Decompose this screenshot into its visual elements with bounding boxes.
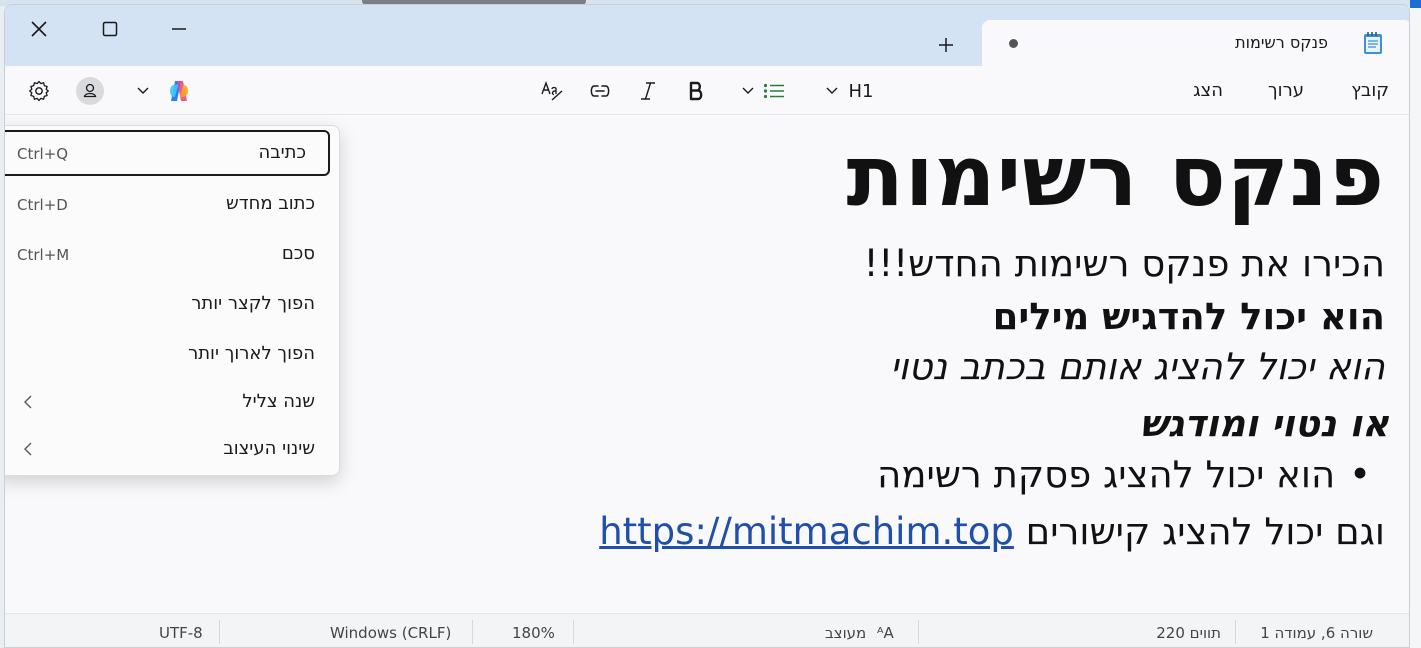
minimize-button[interactable]	[156, 13, 202, 45]
menu-item-shortcut: Ctrl+M	[17, 246, 70, 264]
settings-button[interactable]	[25, 76, 53, 106]
chevron-down-icon	[137, 87, 149, 94]
copilot-menu-item-shorter[interactable]: הפוך לקצר יותר	[5, 281, 339, 327]
document-link-line: וגם יכול להציג קישורים https://mitmachim…	[599, 510, 1385, 553]
plus-icon	[939, 38, 953, 52]
copilot-icon	[170, 81, 188, 101]
status-divider	[1235, 620, 1236, 644]
status-divider	[219, 620, 220, 644]
zoom-level[interactable]: 180%	[512, 624, 555, 642]
italic-button[interactable]	[633, 76, 663, 106]
document-bold-line: הוא יכול להדגיש מילים	[992, 295, 1385, 338]
copilot-menu-item-summarize[interactable]: סכם Ctrl+M	[5, 231, 339, 277]
toolbar: קובץ ערוך הצג H1	[5, 66, 1409, 115]
menu-item-label: סכם	[281, 243, 315, 264]
minimize-icon	[172, 28, 186, 30]
document-line: הכירו את פנקס רשימות החדש!!!	[863, 242, 1385, 285]
link-line-text: וגם יכול להציג קישורים	[1025, 510, 1385, 553]
clear-formatting-button[interactable]	[537, 76, 567, 106]
chevron-left-icon	[24, 442, 32, 456]
menu-item-label: הפוך לארוך יותר	[188, 343, 315, 364]
title-bar: פנקס רשימות	[5, 5, 1409, 66]
menu-view[interactable]: הצג	[1193, 80, 1223, 101]
bulleted-list-icon	[763, 83, 784, 99]
document-heading: פנקס רשימות	[846, 127, 1385, 225]
bold-icon	[689, 81, 703, 101]
gear-icon	[29, 80, 49, 102]
list-dropdown[interactable]	[735, 76, 791, 106]
chevron-left-icon	[24, 395, 32, 409]
font-size-icon: ᴬA	[877, 624, 894, 642]
menu-item-label: שנה צליל	[242, 391, 315, 412]
encoding[interactable]: UTF-8	[159, 624, 203, 642]
line-ending[interactable]: Windows (CRLF)	[330, 624, 451, 642]
cursor-position: שורה 6, עמודה 1	[1260, 624, 1373, 642]
bullet-marker: •	[1349, 453, 1371, 496]
copilot-button[interactable]	[133, 76, 195, 106]
copilot-menu-item-format[interactable]: שינוי העיצוב	[5, 426, 339, 472]
menu-item-label: שינוי העיצוב	[223, 438, 315, 459]
copilot-menu-item-rewrite[interactable]: כתוב מחדש Ctrl+D	[5, 181, 339, 227]
copilot-menu-item-tone[interactable]: שנה צליל	[5, 379, 339, 425]
status-divider	[472, 620, 473, 644]
heading-label: H1	[848, 80, 874, 102]
heading-dropdown[interactable]: H1	[819, 76, 879, 106]
menu-file[interactable]: קובץ	[1351, 80, 1389, 101]
unsaved-indicator	[1009, 39, 1018, 48]
character-count: 220 תווים	[1156, 624, 1221, 642]
copilot-menu-item-longer[interactable]: הפוך לארוך יותר	[5, 331, 339, 377]
format-mode-toggle[interactable]: מעוצב ᴬA	[825, 624, 894, 642]
menu-item-shortcut: Ctrl+Q	[17, 145, 69, 163]
notepad-icon	[1364, 32, 1382, 54]
link-button[interactable]	[585, 76, 615, 106]
document-bold-italic-line: או נטוי ומודגש	[1139, 402, 1389, 445]
status-divider	[918, 620, 919, 644]
maximize-button[interactable]	[87, 13, 133, 45]
document-bullet-item: • הוא יכול להציג פסקת רשימה	[877, 453, 1371, 496]
clear-formatting-icon	[541, 80, 563, 101]
bullet-text: הוא יכול להציג פסקת רשימה	[877, 453, 1336, 496]
close-icon	[31, 21, 47, 37]
format-mode-label: מעוצב	[825, 624, 867, 642]
document-italic-line: הוא יכול להציג אותם בכתב נטוי	[890, 345, 1385, 388]
tab-notepad[interactable]: פנקס רשימות	[982, 20, 1409, 66]
status-bar: שורה 6, עמודה 1 220 תווים מעוצב ᴬA 180% …	[5, 613, 1409, 647]
chevron-down-icon	[742, 87, 754, 94]
background-window-edge	[1410, 0, 1421, 648]
copilot-menu: כתיבה Ctrl+Q כתוב מחדש Ctrl+D סכם Ctrl+M…	[5, 125, 340, 476]
italic-icon	[641, 82, 655, 100]
notepad-window: פנקס רשימות קובץ ערוך הצג H1 פנקס רשימות…	[4, 4, 1410, 648]
menu-item-label: הפוך לקצר יותר	[191, 293, 315, 314]
menu-item-label: כתוב מחדש	[226, 193, 315, 214]
menu-edit[interactable]: ערוך	[1268, 80, 1304, 101]
chevron-down-icon	[826, 87, 837, 94]
document-link[interactable]: https://mitmachim.top	[599, 510, 1014, 553]
menu-item-label: כתיבה	[258, 142, 306, 163]
close-button[interactable]	[16, 13, 62, 45]
bold-button[interactable]	[681, 76, 711, 106]
account-icon	[76, 77, 104, 105]
menu-item-shortcut: Ctrl+D	[17, 196, 68, 214]
tab-title: פנקס רשימות	[1235, 33, 1328, 52]
link-icon	[590, 85, 610, 97]
maximize-icon	[102, 21, 118, 37]
account-button[interactable]	[74, 76, 106, 106]
new-tab-button[interactable]	[933, 32, 959, 58]
copilot-menu-item-write[interactable]: כתיבה Ctrl+Q	[5, 130, 330, 176]
status-divider	[573, 620, 574, 644]
